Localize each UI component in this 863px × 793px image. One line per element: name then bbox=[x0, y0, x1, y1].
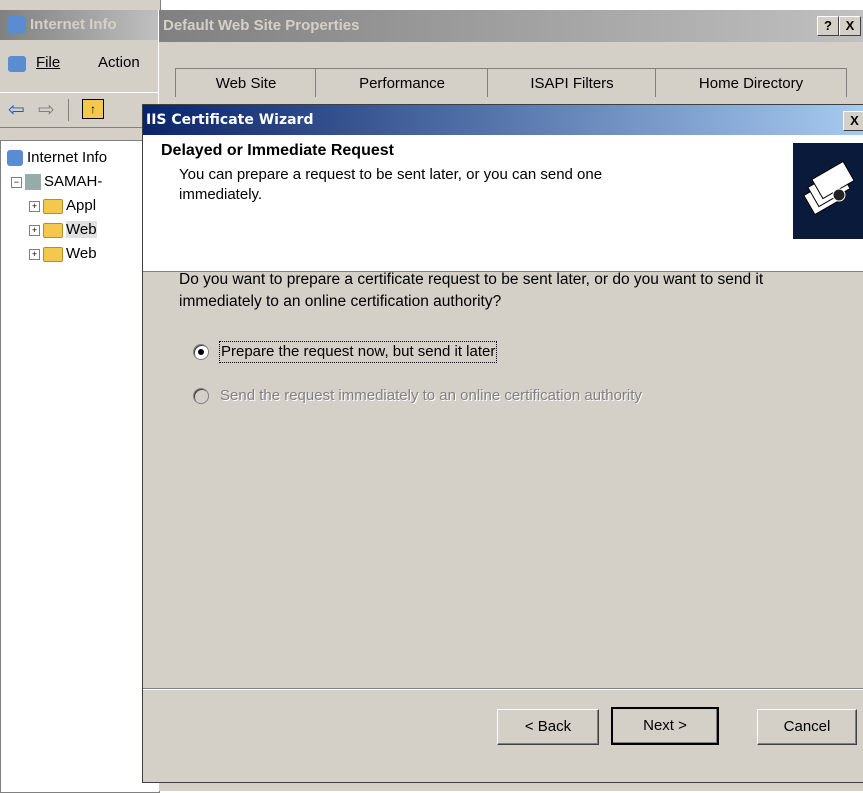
option-send-immediately-label: Send the request immediately to an onlin… bbox=[220, 387, 642, 404]
tree-label: Internet Info bbox=[27, 149, 108, 166]
wizard-title: IIS Certificate Wizard bbox=[146, 112, 314, 128]
mmc-menu-icon bbox=[8, 56, 26, 72]
radio-selected-dot bbox=[198, 349, 204, 355]
folder-icon bbox=[43, 198, 63, 214]
forward-arrow-icon[interactable]: ⇨ bbox=[38, 97, 55, 122]
option-prepare-later-label: Prepare the request now, but send it lat… bbox=[219, 341, 498, 363]
tree-label: Appl bbox=[66, 197, 97, 214]
mmc-window: Internet Info File Action ⇦ ⇨ ↑ Internet… bbox=[0, 0, 161, 793]
option-prepare-later[interactable]: Prepare the request now, but send it lat… bbox=[193, 341, 553, 365]
tree-label: Web bbox=[66, 245, 97, 262]
iis-node-icon bbox=[7, 150, 23, 167]
tree-item-server[interactable]: − SAMAH- bbox=[11, 173, 103, 191]
tab-performance[interactable]: Performance bbox=[315, 68, 489, 97]
iis-app-icon bbox=[8, 16, 26, 34]
folder-icon bbox=[43, 246, 63, 262]
properties-title: Default Web Site Properties bbox=[163, 17, 360, 34]
toolbar-separator bbox=[68, 99, 69, 121]
wizard-close-button[interactable]: X bbox=[843, 111, 863, 131]
tree-label: Web bbox=[66, 221, 97, 238]
expand-icon[interactable]: + bbox=[29, 248, 40, 260]
tab-isapi-filters[interactable]: ISAPI Filters bbox=[487, 68, 657, 97]
wizard-question: Do you want to prepare a certificate req… bbox=[179, 271, 764, 310]
wizard-header: Delayed or Immediate Request You can pre… bbox=[143, 135, 863, 272]
properties-titlebar[interactable]: Default Web Site Properties bbox=[159, 10, 863, 42]
mmc-toolbar: ⇦ ⇨ ↑ bbox=[0, 92, 160, 128]
tree-item-internet-info[interactable]: Internet Info bbox=[7, 149, 108, 167]
server-icon bbox=[25, 174, 41, 191]
next-button[interactable]: Next > bbox=[611, 707, 719, 745]
back-button[interactable]: < Back bbox=[497, 709, 599, 745]
tree-label: SAMAH- bbox=[44, 173, 103, 190]
properties-close-button[interactable]: X bbox=[839, 16, 861, 36]
collapse-icon[interactable]: − bbox=[11, 176, 22, 188]
tab-web-site[interactable]: Web Site bbox=[175, 68, 317, 97]
radio-send-immediately[interactable] bbox=[193, 388, 209, 404]
cancel-button[interactable]: Cancel bbox=[757, 709, 857, 745]
radio-prepare-later[interactable] bbox=[193, 344, 209, 360]
back-arrow-icon[interactable]: ⇦ bbox=[8, 97, 25, 122]
up-folder-icon[interactable]: ↑ bbox=[82, 99, 104, 119]
wizard-footer-separator bbox=[143, 688, 863, 690]
header-title: Delayed or Immediate Request bbox=[161, 142, 394, 159]
menu-action[interactable]: Action bbox=[98, 54, 140, 71]
help-button[interactable]: ? bbox=[817, 16, 839, 36]
option-send-immediately[interactable]: Send the request immediately to an onlin… bbox=[193, 385, 713, 409]
mmc-title: Internet Info bbox=[30, 16, 117, 33]
tree-pane: Internet Info − SAMAH- + Appl + Web + Web bbox=[0, 140, 160, 793]
expand-icon[interactable]: + bbox=[29, 200, 40, 212]
expand-icon[interactable]: + bbox=[29, 224, 40, 236]
certificate-wizard: IIS Certificate Wizard X Delayed or Imme… bbox=[142, 104, 863, 783]
certificate-icon bbox=[793, 143, 863, 239]
header-description: You can prepare a request to be sent lat… bbox=[179, 166, 603, 203]
wizard-titlebar[interactable]: IIS Certificate Wizard bbox=[143, 105, 863, 135]
tree-item-app-pools[interactable]: + Appl bbox=[29, 197, 96, 214]
menu-file[interactable]: File bbox=[36, 54, 60, 71]
tree-item-web-ext[interactable]: + Web bbox=[29, 245, 97, 262]
tree-item-web-sites[interactable]: + Web bbox=[29, 221, 97, 238]
folder-icon bbox=[43, 222, 63, 238]
tab-home-directory[interactable]: Home Directory bbox=[655, 68, 847, 97]
mmc-menubar: File Action bbox=[0, 48, 160, 78]
